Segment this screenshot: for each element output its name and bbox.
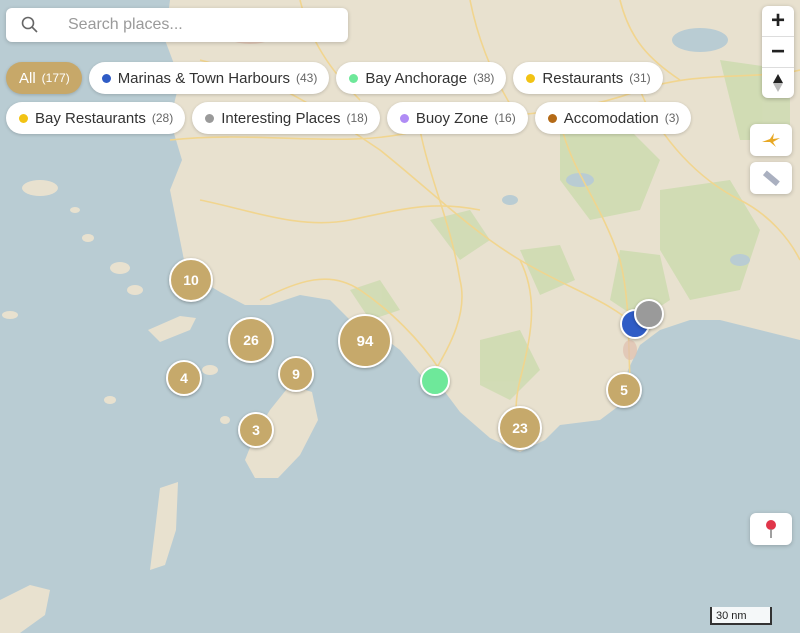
filter-label: Bay Anchorage xyxy=(365,69,468,87)
filter-chip-interesting-places[interactable]: Interesting Places (18) xyxy=(192,102,380,134)
filter-count: (38) xyxy=(473,71,495,85)
search-bar[interactable] xyxy=(6,8,348,42)
filter-count: (16) xyxy=(494,111,516,125)
north-arrow-icon xyxy=(773,74,783,92)
weather-layer-button[interactable] xyxy=(750,124,792,156)
zoom-control: + − xyxy=(762,6,794,98)
filter-chip-restaurants[interactable]: Restaurants (31) xyxy=(513,62,663,94)
filter-count: (43) xyxy=(295,71,318,85)
interesting-place-marker[interactable] xyxy=(634,299,664,329)
map-cluster[interactable]: 4 xyxy=(166,360,202,396)
interesting-place-dot-icon xyxy=(205,113,215,123)
filter-chip-all[interactable]: All (177) xyxy=(6,62,82,94)
filter-label: Buoy Zone xyxy=(415,109,489,127)
map-pin-icon xyxy=(766,520,776,538)
search-input[interactable] xyxy=(66,15,330,35)
map-cluster[interactable]: 23 xyxy=(498,406,542,450)
bay-anchorage-marker[interactable] xyxy=(420,366,450,396)
zoom-out-button[interactable]: − xyxy=(762,37,794,68)
map-cluster[interactable]: 3 xyxy=(238,412,274,448)
filter-label: Accomodation xyxy=(563,109,659,127)
filter-label: All xyxy=(19,69,36,87)
map-cluster[interactable]: 94 xyxy=(338,314,392,368)
compass-button[interactable] xyxy=(762,68,794,98)
map-cluster[interactable]: 9 xyxy=(278,356,314,392)
ruler-icon xyxy=(762,170,780,187)
buoy-dot-icon xyxy=(399,113,409,123)
filter-label: Marinas & Town Harbours xyxy=(117,69,290,87)
bay-restaurant-dot-icon xyxy=(19,113,28,123)
map-cluster[interactable]: 26 xyxy=(228,317,274,363)
filter-chip-buoy-zone[interactable]: Buoy Zone (16) xyxy=(386,102,528,134)
filter-chips: All (177) Marinas & Town Harbours (43) B… xyxy=(6,62,726,142)
marina-dot-icon xyxy=(101,73,111,83)
filter-chip-bay-restaurants[interactable]: Bay Restaurants (28) xyxy=(6,102,186,134)
filter-label: Interesting Places xyxy=(221,109,341,127)
map-cluster[interactable]: 10 xyxy=(169,258,213,302)
wind-icon xyxy=(762,133,780,147)
filter-count: (28) xyxy=(151,111,174,125)
filter-count: (177) xyxy=(41,71,70,85)
restaurant-dot-icon xyxy=(526,73,536,83)
filter-chip-marinas[interactable]: Marinas & Town Harbours (43) xyxy=(88,62,330,94)
add-pin-button[interactable] xyxy=(750,513,792,545)
map[interactable]: All (177) Marinas & Town Harbours (43) B… xyxy=(0,0,800,633)
zoom-in-button[interactable]: + xyxy=(762,6,794,37)
measure-button[interactable] xyxy=(750,162,792,194)
filter-label: Bay Restaurants xyxy=(35,109,146,127)
filter-chip-accomodation[interactable]: Accomodation (3) xyxy=(534,102,692,134)
map-scale: 30 nm xyxy=(710,607,772,625)
filter-count: (18) xyxy=(346,111,368,125)
filter-row-1: All (177) Marinas & Town Harbours (43) B… xyxy=(6,62,726,94)
filter-count: (3) xyxy=(664,111,680,125)
filter-label: Restaurants xyxy=(542,69,624,87)
filter-chip-bay-anchorage[interactable]: Bay Anchorage (38) xyxy=(336,62,507,94)
map-cluster[interactable]: 5 xyxy=(606,372,642,408)
search-icon xyxy=(21,16,38,33)
filter-row-2: Bay Restaurants (28) Interesting Places … xyxy=(6,102,726,134)
filter-count: (31) xyxy=(629,71,651,85)
anchorage-dot-icon xyxy=(349,73,359,83)
accomodation-dot-icon xyxy=(547,113,557,123)
